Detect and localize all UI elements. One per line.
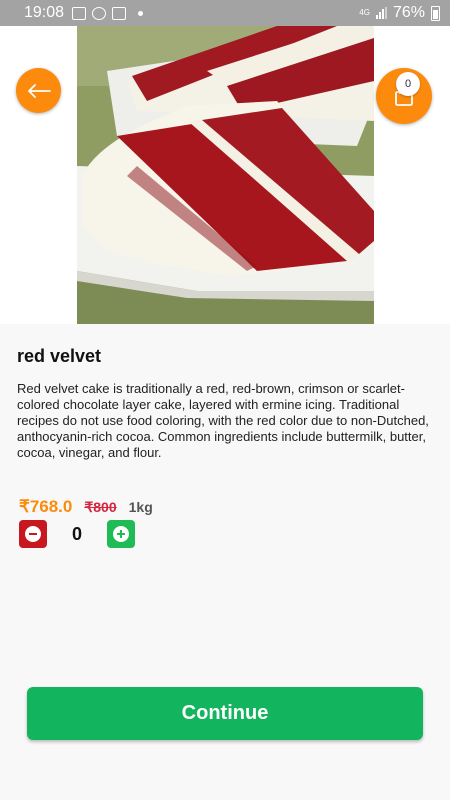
network-type: 4G	[359, 8, 370, 17]
unit-label: 1kg	[128, 499, 153, 515]
status-bar: 19:08 4G 76%	[0, 0, 450, 26]
current-price: ₹768.0	[19, 497, 73, 516]
system-status: 4G 76%	[359, 4, 440, 22]
battery-percentage: 76%	[392, 4, 425, 21]
cart-button[interactable]: 0	[376, 68, 432, 124]
product-image	[77, 26, 374, 324]
notification-icons	[72, 6, 144, 20]
minus-circle-icon	[25, 526, 41, 542]
original-price: ₹800	[84, 499, 117, 515]
back-button[interactable]	[16, 68, 61, 113]
quantity-value: 0	[71, 523, 82, 544]
continue-button[interactable]: Continue	[27, 687, 423, 740]
price-row: ₹768.0 ₹800 1kg	[19, 497, 153, 517]
cart-count-badge: 0	[396, 72, 420, 96]
product-description: Red velvet cake is traditionally a red, …	[17, 381, 429, 460]
plus-circle-icon	[113, 526, 129, 542]
decrease-quantity-button[interactable]	[19, 520, 47, 548]
arrow-left-icon	[27, 83, 51, 98]
signal-icon	[375, 7, 387, 19]
gallery-notification-icon	[72, 6, 87, 20]
whatsapp-notification-icon	[92, 6, 107, 20]
product-hero: 0	[0, 26, 450, 324]
check-notification-icon	[112, 6, 127, 20]
more-notifications-icon	[138, 10, 144, 16]
increase-quantity-button[interactable]	[107, 520, 135, 548]
status-time: 19:08	[24, 4, 65, 21]
battery-icon	[431, 5, 440, 21]
product-title: red velvet	[17, 346, 102, 366]
quantity-stepper: 0	[19, 520, 135, 548]
